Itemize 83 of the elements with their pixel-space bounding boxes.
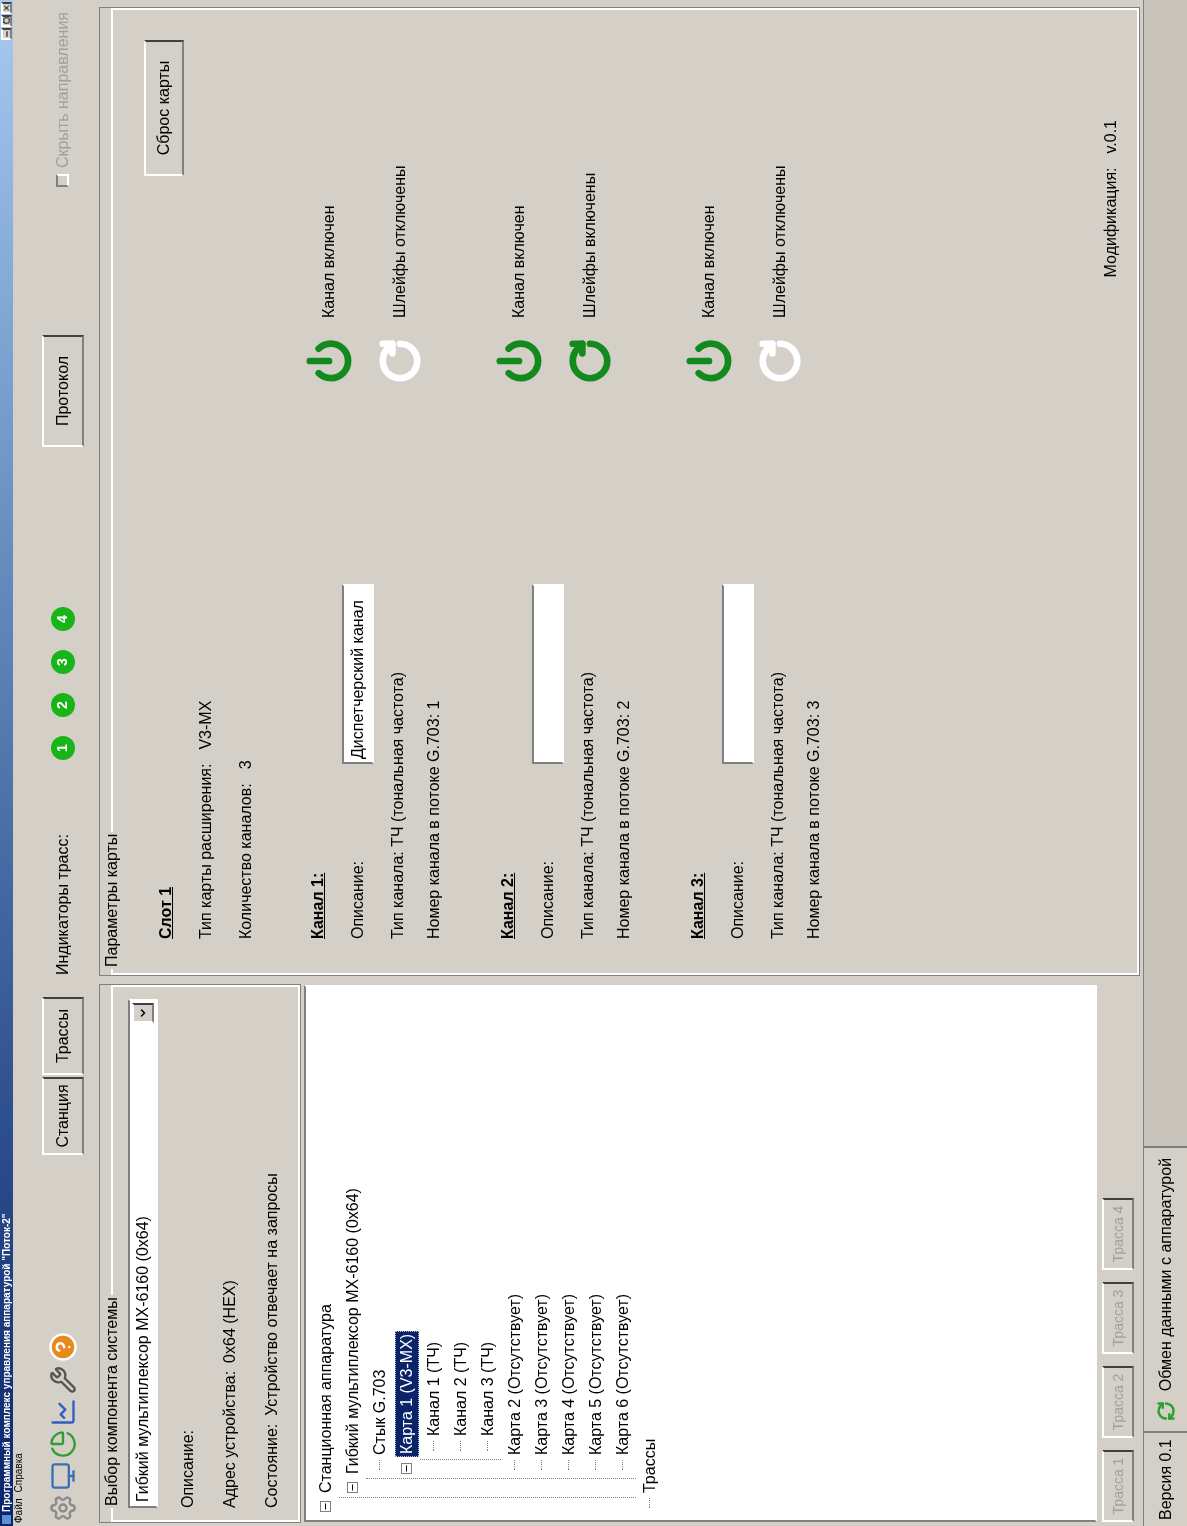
tree-item[interactable]: Станционная аппаратура <box>314 1302 337 1495</box>
tree-item[interactable]: Карта 4 (Отсутствует) <box>557 1292 580 1457</box>
channel-number: Номер канала в потоке G.703: 1 <box>424 699 443 939</box>
field-label: Адрес устройства: <box>220 1370 239 1508</box>
tree-item[interactable]: Трассы <box>638 1436 661 1495</box>
status-text: Обмен данными с аппаратурой <box>1155 1157 1175 1392</box>
track-indicator: 2 <box>50 693 75 717</box>
panel-legend: Выбор компонента системы <box>100 1295 124 1508</box>
tree-item[interactable]: Карта 2 (Отсутствует) <box>503 1292 526 1457</box>
channel-number: Номер канала в потоке G.703: 2 <box>614 699 633 939</box>
loop-icon[interactable] <box>567 338 613 384</box>
track-indicator: 4 <box>50 607 75 631</box>
power-icon[interactable] <box>686 338 732 384</box>
description-field[interactable]: Диспетчерский канал <box>342 584 374 764</box>
component-select[interactable]: Гибкий мультиплексор МХ-6160 (0x64) <box>128 999 158 1508</box>
field-label: Модификация: <box>1101 167 1120 278</box>
description-field[interactable] <box>532 584 564 764</box>
channel-type: Тип канала: ТЧ (тональная частота) <box>768 670 787 939</box>
tree-item[interactable]: Карта 3 (Отсутствует) <box>530 1292 553 1457</box>
tree-item[interactable]: Карта 6 (Отсутствует) <box>611 1292 634 1457</box>
channel-title: Канал 1: <box>308 871 327 939</box>
power-icon[interactable] <box>306 338 352 384</box>
status-text: Канал включен <box>319 205 338 318</box>
minimize-button[interactable] <box>1 28 12 40</box>
channel-title: Канал 3: <box>688 871 707 939</box>
collapse-icon[interactable] <box>347 1482 358 1494</box>
field-label: Описание: <box>538 859 557 939</box>
help-icon[interactable] <box>47 1332 78 1362</box>
gear-icon[interactable] <box>48 1494 77 1522</box>
menu-item[interactable]: Файл <box>13 1498 25 1523</box>
computer-icon[interactable] <box>48 1462 77 1490</box>
refresh-icon <box>1155 1401 1176 1422</box>
app-icon <box>2 1515 11 1524</box>
window-title: Программный комплекс управления аппаратурой "Поток-2" <box>0 1213 13 1512</box>
track-indicator: 1 <box>50 736 75 760</box>
status-text: Канал включен <box>509 205 528 318</box>
menu-item[interactable]: Справка <box>13 1453 25 1493</box>
field-value: v.0.1 <box>1101 120 1120 154</box>
status-version: Версия 0.1 <box>1144 1431 1187 1526</box>
status-text: Шлейфы включены <box>580 172 599 318</box>
panel-legend: Параметры карты <box>100 831 124 969</box>
close-button[interactable] <box>1 2 12 14</box>
channel-type: Тип канала: ТЧ (тональная частота) <box>388 670 407 939</box>
field-label: Состояние: <box>262 1423 281 1508</box>
field-value: Устройство отвечает на запросы <box>262 1173 281 1416</box>
field-value: V3-MX <box>196 700 215 750</box>
field-label: Описание: <box>728 859 747 939</box>
slot-title: Слот 1 <box>156 885 175 939</box>
power-icon[interactable] <box>496 338 542 384</box>
toolbar-button[interactable]: Станция <box>41 1077 84 1155</box>
status-text: Шлейфы отключены <box>770 165 789 318</box>
channel-title: Канал 2: <box>498 871 517 939</box>
collapse-icon[interactable] <box>320 1501 331 1513</box>
restore-icon <box>3 17 10 25</box>
indicators-label: Индикаторы трасс: <box>52 833 72 975</box>
toolbar-button[interactable]: Трассы <box>41 997 84 1075</box>
reset-card-button[interactable]: Сброс карты <box>144 40 184 176</box>
status-text: Шлейфы отключены <box>390 165 409 318</box>
field-label: Тип карты расширения: <box>196 763 215 939</box>
channel-type: Тип канала: ТЧ (тональная частота) <box>578 670 597 939</box>
tree-item[interactable]: Гибкий мультиплексор МХ-6160 (0x64) <box>341 1186 364 1476</box>
field-label: Описание: <box>348 859 367 939</box>
close-icon <box>2 4 11 12</box>
field-label: Количество каналов: <box>236 783 255 939</box>
tree-item[interactable]: Стык G.703 <box>368 1367 391 1457</box>
pie-chart-icon[interactable] <box>48 1430 77 1458</box>
field-label: Описание: <box>178 1429 197 1508</box>
tree-item[interactable]: Канал 2 (ТЧ) <box>449 1339 472 1438</box>
tree-item[interactable]: Канал 3 (ТЧ) <box>476 1339 499 1438</box>
description-field[interactable] <box>722 584 754 764</box>
channel-number: Номер канала в потоке G.703: 3 <box>804 699 823 939</box>
restore-button[interactable] <box>1 15 12 27</box>
collapse-icon[interactable] <box>401 1463 412 1475</box>
chart-icon[interactable] <box>48 1398 77 1426</box>
protocol-button[interactable]: Протокол <box>41 335 84 447</box>
track-indicator: 3 <box>50 650 75 674</box>
field-value: 3 <box>236 760 255 770</box>
field-value: 0x64 (HEX) <box>220 1280 239 1363</box>
tree-item[interactable]: Карта 5 (Отсутствует) <box>584 1292 607 1457</box>
tree-item[interactable]: Карта 1 (V3-MX) <box>394 1330 419 1457</box>
tree-item[interactable]: Канал 1 (ТЧ) <box>422 1339 445 1438</box>
wrench-icon[interactable] <box>48 1366 77 1394</box>
status-text: Канал включен <box>699 205 718 318</box>
